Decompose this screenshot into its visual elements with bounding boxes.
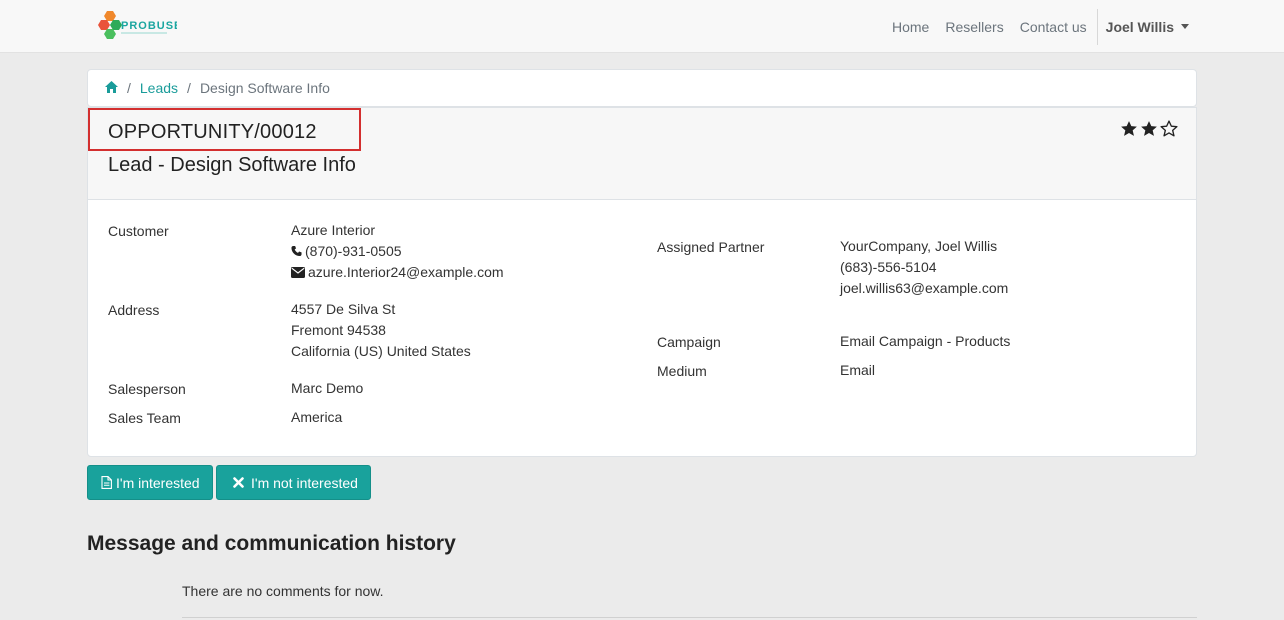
card-header: OPPORTUNITY/00012 Lead - Design Software… (88, 108, 1196, 200)
partner-email[interactable]: joel.willis63@example.com (840, 278, 1008, 299)
lead-title: Lead - Design Software Info (108, 154, 356, 176)
svg-text:PROBUSE: PROBUSE (121, 20, 177, 32)
customer-phone: (870)-931-0505 (305, 243, 402, 259)
user-menu[interactable]: Joel Willis (1096, 8, 1189, 45)
logo-graphic: PROBUSE (98, 11, 181, 39)
not-interested-button[interactable]: I'm not interested (216, 465, 371, 500)
partner-name: YourCompany, Joel Willis (840, 238, 998, 254)
partner-phone: (683)-556-5104 (840, 259, 937, 275)
customer-info: Azure Interior (870)-931-0505 azure.Inte… (291, 220, 504, 283)
customer-email-row: azure.Interior24@example.com (291, 262, 504, 283)
chevron-down-icon (1181, 24, 1189, 29)
address-line1: 4557 De Silva St (291, 301, 396, 317)
customer-phone-row: (870)-931-0505 (291, 241, 504, 262)
address-value: 4557 De Silva St Fremont 94538 Californi… (291, 299, 471, 362)
close-icon (233, 477, 244, 488)
envelope-icon (291, 267, 305, 278)
star-filled-icon[interactable] (1140, 120, 1158, 138)
star-filled-icon[interactable] (1120, 120, 1138, 138)
opportunity-card: OPPORTUNITY/00012 Lead - Design Software… (87, 107, 1197, 457)
address-line2: Fremont 94538 (291, 322, 386, 338)
customer-name: Azure Interior (291, 222, 376, 238)
medium-value: Email (840, 362, 876, 378)
nav-links: Home Resellers Contact us Joel Willis (884, 0, 1189, 53)
breadcrumb: / Leads / Design Software Info (87, 69, 1197, 107)
assigned-partner-info: YourCompany, Joel Willis (683)-556-5104 … (840, 236, 1008, 299)
salesperson-value: Marc Demo (291, 380, 364, 396)
nav-home-link[interactable]: Home (884, 19, 937, 35)
document-icon (101, 476, 112, 489)
campaign-value: Email Campaign - Products (840, 333, 1011, 349)
breadcrumb-leads-link[interactable]: Leads (140, 80, 178, 96)
nav-resellers-link[interactable]: Resellers (937, 19, 1011, 35)
campaign-label: Campaign (657, 334, 721, 350)
customer-email[interactable]: azure.Interior24@example.com (308, 264, 504, 280)
assigned-partner-label: Assigned Partner (657, 239, 765, 255)
star-empty-icon[interactable] (1160, 120, 1178, 138)
priority-stars (1120, 120, 1178, 138)
address-label: Address (108, 302, 160, 318)
address-line3: California (US) United States (291, 343, 471, 359)
medium-label: Medium (657, 363, 707, 379)
breadcrumb-separator: / (127, 80, 131, 96)
breadcrumb-separator: / (187, 80, 191, 96)
home-icon[interactable] (105, 80, 118, 96)
salesperson-label: Salesperson (108, 381, 186, 397)
sales-team-value: America (291, 409, 343, 425)
probuse-logo[interactable]: PROBUSE (97, 8, 181, 46)
sales-team-label: Sales Team (108, 410, 181, 426)
no-comments-text: There are no comments for now. (182, 583, 384, 599)
phone-icon (291, 245, 302, 257)
opportunity-reference: OPPORTUNITY/00012 (108, 121, 317, 143)
not-interested-label: I'm not interested (251, 474, 358, 491)
interested-label: I'm interested (116, 474, 200, 491)
message-history-title: Message and communication history (87, 532, 456, 555)
breadcrumb-current: Design Software Info (199, 80, 330, 96)
top-navbar: PROBUSE Home Resellers Contact us Joel W… (0, 0, 1284, 53)
nav-contact-link[interactable]: Contact us (1012, 19, 1095, 35)
user-name: Joel Willis (1105, 18, 1174, 35)
interested-button[interactable]: I'm interested (87, 465, 213, 500)
divider (182, 617, 1197, 618)
customer-label: Customer (108, 223, 169, 239)
